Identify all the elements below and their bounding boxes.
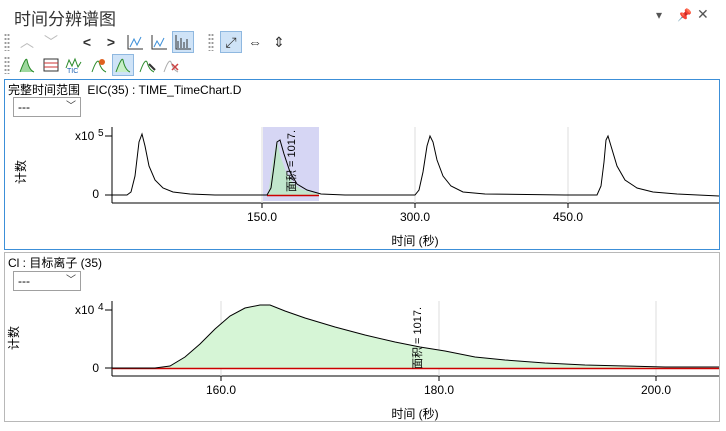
window-title: 时间分辨谱图	[14, 10, 116, 30]
y-scale-exp: 4	[98, 302, 104, 313]
expand-horizontal-icon[interactable]: ⇔	[244, 31, 266, 53]
zoom-y-icon[interactable]	[148, 31, 170, 53]
x-tick-200: 200.0	[641, 383, 671, 397]
chart-panel-detail[interactable]: Cl : 目标离子 (35) --- ﹀ 计数 x10 4 0 160.0 18…	[4, 252, 720, 422]
tic-icon[interactable]: TIC	[64, 54, 86, 76]
y-axis-label: 计数	[13, 160, 28, 184]
y-scale-exp: 5	[98, 128, 104, 139]
chart-panel-overview[interactable]: 完整时间范围 EIC(35) : TIME_TimeChart.D --- ﹀ …	[4, 79, 720, 250]
x-tick-300: 300.0	[400, 210, 430, 224]
peak-area-label: 面积 = 1017.	[411, 307, 424, 369]
peak-flag-icon[interactable]	[88, 54, 110, 76]
table-icon[interactable]	[40, 54, 62, 76]
toolbar-grip[interactable]	[4, 33, 10, 51]
y-axis-label: 计数	[6, 326, 21, 350]
scroll-up-icon[interactable]: ︿	[16, 31, 38, 53]
y-scale: x10	[75, 303, 95, 317]
y-scale: x10	[75, 129, 95, 143]
x-axis-label: 时间 (秒)	[391, 407, 438, 421]
pin-icon[interactable]: 📌	[677, 8, 692, 22]
peak-integrate-icon[interactable]	[16, 54, 38, 76]
overview-chart: 计数 x10 5 0 150.0 300.0 450.0 时间 (秒) 面积 =…	[13, 127, 719, 248]
x-axis-label: 时间 (秒)	[391, 234, 438, 248]
detail-chart: 计数 x10 4 0 160.0 180.0 200.0 时间 (秒) 面积 =…	[6, 301, 719, 421]
peak-clear-icon[interactable]	[160, 54, 182, 76]
y-tick-0: 0	[92, 187, 99, 201]
x-tick-160: 160.0	[206, 383, 236, 397]
peak-select-icon[interactable]	[112, 54, 134, 76]
peak-pick-icon[interactable]	[136, 54, 158, 76]
previous-icon[interactable]: <	[76, 31, 98, 53]
toolbar-2: TIC	[4, 53, 182, 77]
x-tick-180: 180.0	[424, 383, 454, 397]
zoom-x-icon[interactable]	[124, 31, 146, 53]
toolbar-grip-2[interactable]	[208, 33, 214, 51]
x-tick-450: 450.0	[553, 210, 583, 224]
autoscale-icon[interactable]	[172, 31, 194, 53]
next-icon[interactable]: >	[100, 31, 122, 53]
scroll-down-icon[interactable]: ﹀	[40, 31, 62, 53]
dropdown-icon[interactable]: ▾	[656, 8, 662, 22]
expand-vertical-icon[interactable]: ⇕	[268, 31, 290, 53]
toolbar-1: ︿ ﹀ < > ⤢ ⇔ ⇕	[4, 30, 290, 54]
svg-text:TIC: TIC	[67, 68, 78, 74]
expand-icon[interactable]: ⤢	[220, 31, 242, 53]
close-icon[interactable]: ✕	[697, 6, 709, 23]
toolbar-grip-3[interactable]	[4, 56, 10, 74]
x-tick-150: 150.0	[247, 210, 277, 224]
y-tick-0: 0	[92, 361, 99, 375]
